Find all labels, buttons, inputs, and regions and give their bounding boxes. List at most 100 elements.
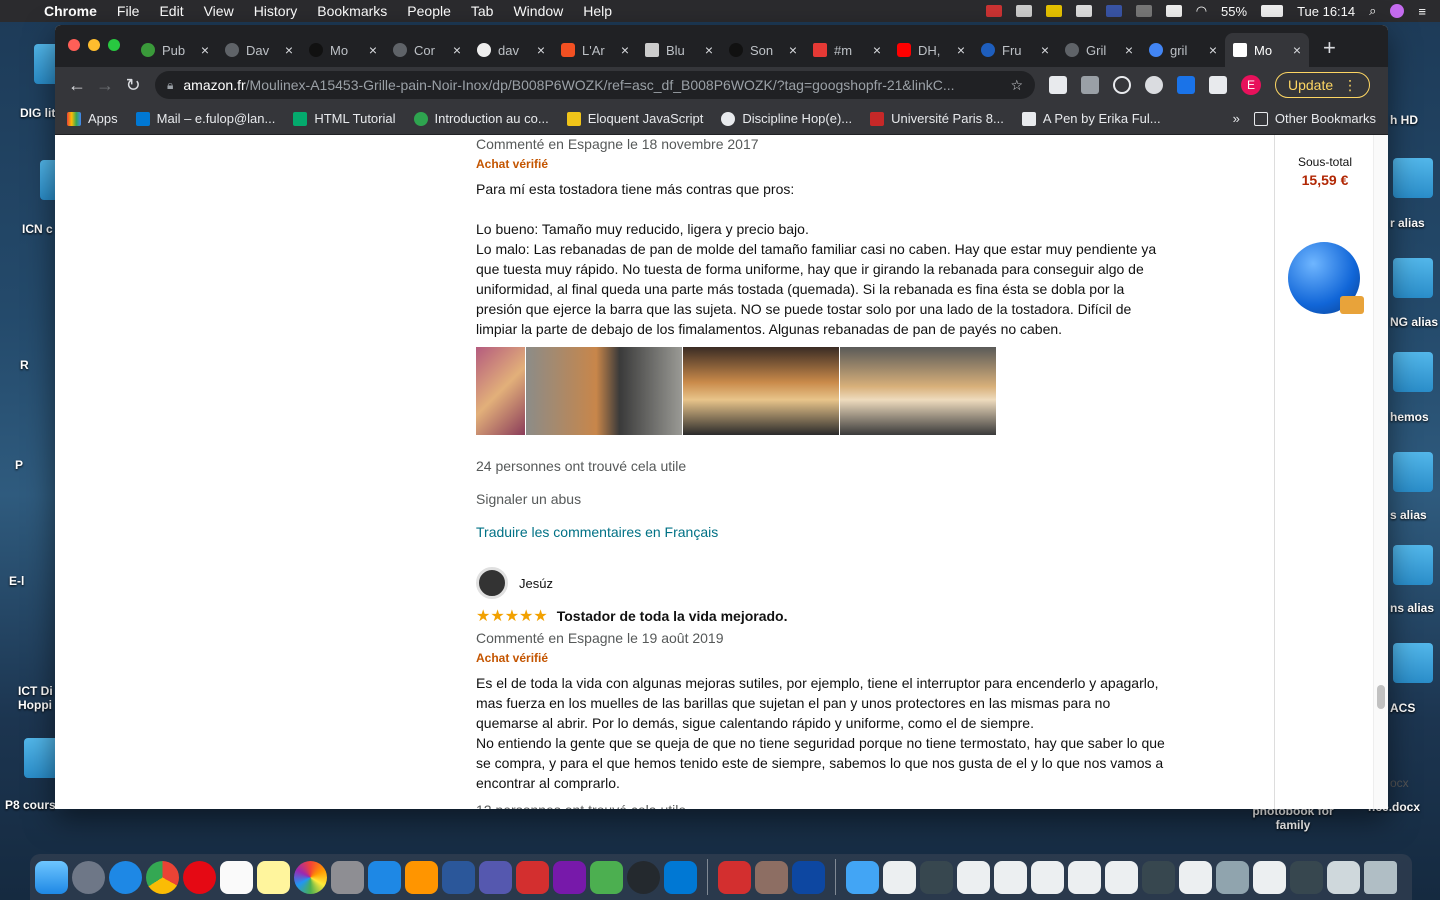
menu-view[interactable]: View [204,3,234,19]
bookmark-mail[interactable]: Mail – e.fulop@lan... [135,111,275,126]
profile-avatar[interactable]: E [1241,75,1261,95]
sync-app-icon[interactable] [590,860,623,894]
tab[interactable]: dav × [469,33,553,67]
norton-icon[interactable] [1045,5,1062,17]
translate-reviews-link[interactable]: Traduire les commentaires en Français [476,523,1166,541]
minimized-window-thumbnail[interactable] [957,860,990,894]
bookmark-paris8[interactable]: Université Paris 8... [870,111,1004,126]
minimize-window-button[interactable] [88,39,100,51]
desktop-folder-icon[interactable] [1393,452,1433,492]
bookmark-codepen[interactable]: A Pen by Erika Ful... [1021,111,1161,126]
bluetooth-icon[interactable] [1135,5,1152,17]
tab-close-icon[interactable]: × [621,42,629,58]
tab[interactable]: #m × [805,33,889,67]
minimized-window-thumbnail[interactable] [1290,860,1323,894]
library-icon[interactable] [755,860,788,894]
battery-icon[interactable] [1261,5,1284,17]
new-tab-button[interactable]: + [1323,35,1336,61]
bookmark-html-tutorial[interactable]: HTML Tutorial [293,111,396,126]
creative-cloud-icon[interactable] [1015,5,1032,17]
menu-tab[interactable]: Tab [471,3,494,19]
wifi-icon[interactable]: ◠ [1196,3,1207,19]
safari-icon[interactable] [109,860,142,894]
bookmarks-overflow-icon[interactable]: » [1233,111,1240,126]
tab-close-icon[interactable]: × [453,42,461,58]
opera-icon[interactable] [183,860,216,894]
tab-close-icon[interactable]: × [789,42,797,58]
menu-file[interactable]: File [117,3,140,19]
photos-icon[interactable] [294,860,327,894]
tab[interactable]: Mo × [301,33,385,67]
other-bookmarks[interactable]: Other Bookmarks [1253,111,1376,126]
app-status-icon[interactable] [985,5,1002,17]
extensions-puzzle-icon[interactable] [1209,76,1227,94]
teams-icon[interactable] [479,860,512,894]
tab-close-icon[interactable]: × [1125,42,1133,58]
system-preferences-icon[interactable] [331,860,364,894]
menu-extra-icon[interactable] [1075,5,1092,17]
lock-icon[interactable]: 🔒︎ [167,78,173,93]
minimized-window-thumbnail[interactable] [1253,860,1286,894]
notes-icon[interactable] [257,860,290,894]
chrome-icon[interactable] [146,860,179,894]
tab-close-icon[interactable]: × [201,42,209,58]
tab-close-icon[interactable]: × [285,42,293,58]
tab[interactable]: Blu × [637,33,721,67]
tab-close-icon[interactable]: × [369,42,377,58]
minimized-window-thumbnail[interactable] [1105,860,1138,894]
bookmark-star-icon[interactable]: ☆ [1010,77,1023,94]
close-window-button[interactable] [68,39,80,51]
books-icon[interactable] [405,860,438,894]
vscode-icon[interactable] [664,860,697,894]
back-arrow-icon[interactable]: ← [63,75,91,96]
tab-close-icon[interactable]: × [873,42,881,58]
bookmark-apps[interactable]: Apps [67,111,118,126]
tab-close-icon[interactable]: × [1293,42,1301,58]
notification-center-icon[interactable]: ≡ [1418,4,1426,19]
onenote-icon[interactable] [553,860,586,894]
battery-percent[interactable]: 55% [1221,4,1247,19]
star-rating-icon[interactable]: ★★★★★ [476,606,548,626]
tab[interactable]: Cor × [385,33,469,67]
review-title[interactable]: Tostador de toda la vida mejorado. [557,608,788,624]
extension-d-icon[interactable] [1177,76,1195,94]
tab-close-icon[interactable]: × [537,42,545,58]
tab-close-icon[interactable]: × [957,42,965,58]
launchpad-icon[interactable] [72,860,105,894]
app-store-icon[interactable] [368,860,401,894]
tab-close-icon[interactable]: × [1041,42,1049,58]
github-desktop-icon[interactable] [627,860,660,894]
tab[interactable]: Son × [721,33,805,67]
minimized-window-thumbnail[interactable] [883,860,916,894]
desktop-folder-icon[interactable] [1393,158,1433,198]
tab[interactable]: Gril × [1057,33,1141,67]
extension-w-icon[interactable] [1113,76,1131,94]
scrollbar-thumb[interactable] [1377,685,1385,709]
review-photo[interactable] [683,347,839,435]
desktop-folder-icon[interactable] [1393,643,1433,683]
minimized-window-thumbnail[interactable] [1216,860,1249,894]
minimized-window-thumbnail[interactable] [1179,860,1212,894]
acrobat-icon[interactable] [718,860,751,894]
tab-close-icon[interactable]: × [705,42,713,58]
tab[interactable]: DH, × [889,33,973,67]
desktop-folder-icon[interactable] [1393,545,1433,585]
extension-circle-icon[interactable] [1145,76,1163,94]
extension-document-icon[interactable] [1049,76,1067,94]
keyboard-icon[interactable] [1165,5,1182,17]
minimized-window-thumbnail[interactable] [1068,860,1101,894]
input-source-flag-icon[interactable] [1105,5,1122,17]
review-photo[interactable] [840,347,996,435]
zoom-window-button[interactable] [108,39,120,51]
page-scrollbar[interactable] [1373,135,1388,809]
trash-icon[interactable] [1364,860,1397,894]
bookmark-introduction[interactable]: Introduction au co... [413,111,549,126]
tab[interactable]: Dav × [217,33,301,67]
clock[interactable]: Tue 16:14 [1297,4,1355,19]
reviewer-profile[interactable]: Jesúz [476,567,1166,599]
reload-icon[interactable]: ↻ [119,75,147,96]
calendar-icon[interactable] [220,860,253,894]
forward-arrow-icon[interactable]: → [91,75,119,96]
menu-edit[interactable]: Edit [159,3,183,19]
tab[interactable]: Pub × [133,33,217,67]
